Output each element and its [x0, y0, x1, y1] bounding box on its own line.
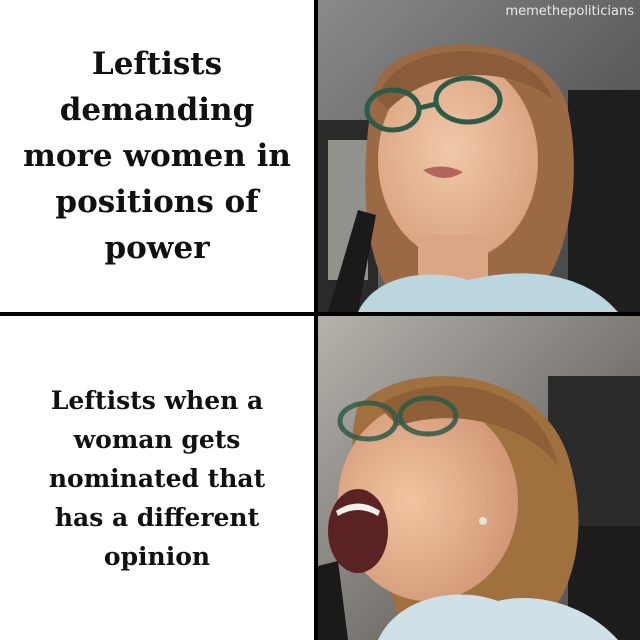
calm-woman-in-car-photo	[318, 0, 640, 312]
top-caption: Leftists demanding more women in positio…	[23, 46, 291, 266]
bottom-caption: Leftists when a woman gets nominated tha…	[48, 385, 266, 571]
meme-grid: Leftists demanding more women in positio…	[0, 0, 640, 640]
watermark: memethepoliticians	[505, 4, 634, 19]
screaming-woman-in-car-photo	[318, 316, 640, 640]
top-caption-panel: Leftists demanding more women in positio…	[0, 0, 318, 316]
bottom-caption-panel: Leftists when a woman gets nominated tha…	[0, 316, 318, 640]
bottom-photo-panel	[318, 316, 640, 640]
top-photo-panel: memethepoliticians	[318, 0, 640, 316]
